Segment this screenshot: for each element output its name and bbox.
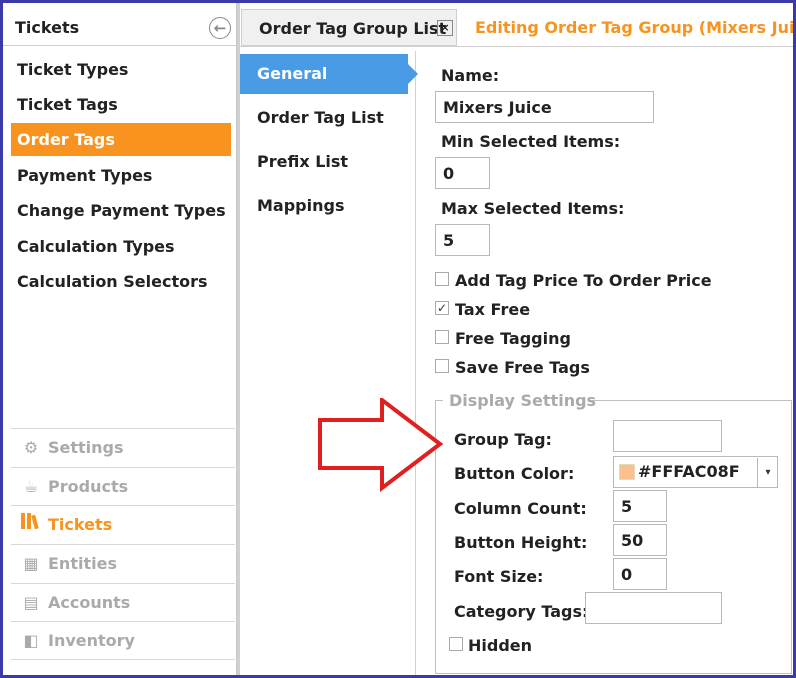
document-tab-bar: Order Tag Group List × Editing Order Tag… — [240, 9, 793, 47]
group-tag-label: Group Tag: — [454, 430, 552, 449]
grid-icon: ▦ — [23, 554, 39, 573]
free-tagging-checkbox[interactable] — [435, 330, 449, 344]
editor-subnav: General Settings Order Tag List Prefix L… — [240, 51, 418, 675]
module-label: Accounts — [48, 593, 131, 612]
save-free-tags-checkbox[interactable] — [435, 359, 449, 373]
category-tags-label: Category Tags: — [454, 602, 589, 621]
calculator-icon: ▤ — [23, 593, 39, 612]
min-selected-label: Min Selected Items: — [441, 132, 621, 151]
button-color-label: Button Color: — [454, 464, 575, 483]
category-tags-input[interactable] — [585, 592, 722, 624]
name-input[interactable] — [435, 91, 654, 123]
close-icon[interactable]: × — [437, 20, 453, 36]
sidebar-header: Tickets ← — [3, 9, 236, 46]
tab-editing-order-tag-group[interactable]: Editing Order Tag Group (Mixers Juice) — [475, 18, 793, 37]
group-border — [589, 400, 792, 401]
sidebar-item-calculation-selectors[interactable]: Calculation Selectors — [11, 265, 231, 298]
tab-order-tag-group-list[interactable]: Order Tag Group List × — [241, 9, 457, 46]
subnav-order-tag-list[interactable]: Order Tag List — [240, 98, 408, 138]
module-tickets[interactable]: Tickets — [11, 505, 235, 543]
module-accounts[interactable]: ▤ Accounts — [11, 583, 235, 621]
app-window: Tickets ← Ticket Types Ticket Tags Order… — [0, 0, 796, 678]
add-tag-price-checkbox[interactable] — [435, 272, 449, 286]
save-free-tags-label[interactable]: Save Free Tags — [455, 358, 590, 377]
sidebar-item-ticket-tags[interactable]: Ticket Tags — [11, 88, 231, 121]
min-selected-input[interactable] — [435, 157, 490, 189]
button-height-label: Button Height: — [454, 533, 588, 552]
color-swatch — [619, 464, 635, 480]
add-tag-price-label[interactable]: Add Tag Price To Order Price — [455, 271, 712, 290]
tab-label: Order Tag Group List — [259, 19, 447, 38]
books-icon — [20, 506, 42, 544]
display-settings-title: Display Settings — [449, 391, 597, 410]
subnav-general-settings[interactable]: General Settings — [240, 54, 418, 123]
module-label: Settings — [48, 438, 124, 457]
module-entities[interactable]: ▦ Entities — [11, 544, 235, 582]
tax-free-label[interactable]: Tax Free — [455, 300, 530, 319]
arrow-left-circle-icon[interactable]: ← — [209, 17, 231, 39]
button-color-value: #FFFAC08F — [638, 462, 740, 481]
module-label: Entities — [48, 554, 117, 573]
font-size-input[interactable] — [613, 558, 667, 590]
free-tagging-label[interactable]: Free Tagging — [455, 329, 571, 348]
hidden-label[interactable]: Hidden — [468, 636, 532, 655]
boxes-icon: ◧ — [23, 631, 39, 650]
button-color-picker[interactable]: #FFFAC08F — [613, 456, 778, 488]
left-sidebar: Tickets ← Ticket Types Ticket Tags Order… — [3, 3, 237, 675]
module-inventory[interactable]: ◧ Inventory — [11, 621, 235, 659]
module-next-partial — [11, 659, 235, 675]
sidebar-item-calculation-types[interactable]: Calculation Types — [11, 230, 231, 263]
chevron-down-icon[interactable]: ▾ — [757, 458, 778, 488]
coffee-cup-icon: ☕ — [23, 477, 39, 496]
sidebar-item-payment-types[interactable]: Payment Types — [11, 159, 231, 192]
module-label: Tickets — [48, 515, 113, 534]
subnav-mappings[interactable]: Mappings — [240, 186, 408, 226]
sidebar-item-change-payment-types[interactable]: Change Payment Types — [11, 194, 231, 227]
red-arrow-annotation-icon — [318, 398, 444, 493]
font-size-label: Font Size: — [454, 567, 544, 586]
group-tag-input[interactable] — [613, 420, 722, 452]
module-settings[interactable]: ⚙ Settings — [11, 428, 235, 466]
max-selected-input[interactable] — [435, 224, 490, 256]
button-height-input[interactable] — [613, 524, 667, 556]
tax-free-checkbox[interactable]: ✓ — [435, 301, 449, 315]
name-label: Name: — [441, 66, 500, 85]
sidebar-item-order-tags[interactable]: Order Tags — [11, 123, 231, 156]
module-label: Products — [48, 477, 129, 496]
column-count-input[interactable] — [613, 490, 667, 522]
sidebar-title: Tickets — [15, 18, 80, 37]
subnav-prefix-list[interactable]: Prefix List — [240, 142, 408, 182]
module-label: Inventory — [48, 631, 135, 650]
max-selected-label: Max Selected Items: — [441, 199, 625, 218]
column-count-label: Column Count: — [454, 499, 587, 518]
module-products[interactable]: ☕ Products — [11, 467, 235, 505]
hidden-checkbox[interactable] — [449, 637, 463, 651]
gear-icon: ⚙ — [23, 438, 39, 457]
sidebar-item-ticket-types[interactable]: Ticket Types — [11, 53, 231, 86]
